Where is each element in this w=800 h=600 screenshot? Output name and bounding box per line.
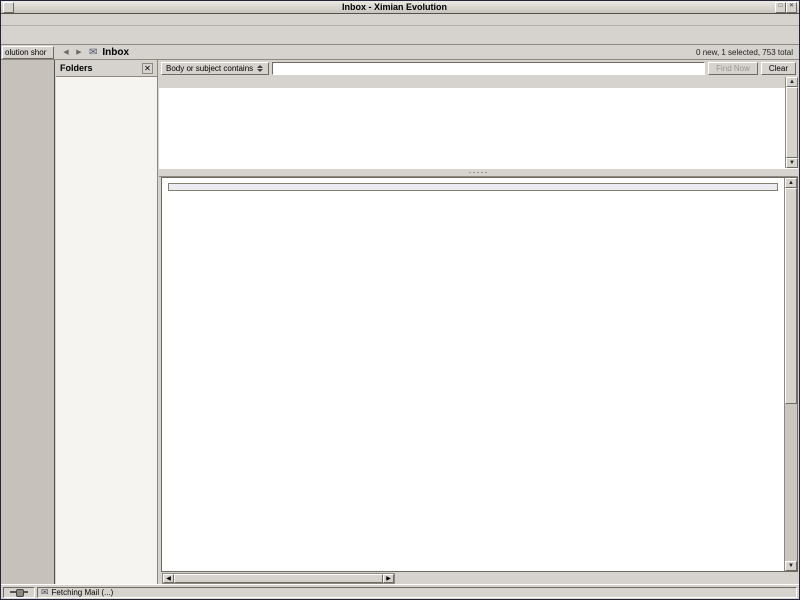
search-criteria-label: Body or subject contains: [166, 64, 253, 73]
window-title: Inbox - Ximian Evolution: [14, 1, 775, 13]
scroll-track: [786, 87, 798, 158]
location-row: olution shor ◀ ▶ ✉ Inbox 0 new, 1 select…: [1, 45, 799, 60]
dropdown-arrows-icon: [257, 62, 264, 75]
folder-pane-header: Folders ✕: [56, 60, 157, 77]
shortcut-bar-tab[interactable]: olution shor: [2, 46, 54, 59]
online-status-button[interactable]: [3, 587, 35, 598]
scroll-down-icon[interactable]: ▼: [786, 158, 798, 168]
message-list-scrollbar[interactable]: ▲ ▼: [785, 77, 798, 168]
forward-button[interactable]: ▶: [74, 47, 84, 58]
titlebar[interactable]: Inbox - Ximian Evolution □ ✕: [1, 1, 799, 14]
scroll-left-icon[interactable]: ◀: [163, 574, 174, 583]
back-button[interactable]: ◀: [61, 47, 71, 58]
close-icon[interactable]: ✕: [142, 63, 153, 74]
message-rows: [159, 88, 785, 168]
scroll-thumb[interactable]: [174, 574, 383, 583]
maximize-button[interactable]: □: [775, 2, 786, 13]
evolution-window: Inbox - Ximian Evolution □ ✕ olution sho…: [0, 0, 800, 600]
scroll-down-icon[interactable]: ▼: [785, 561, 797, 571]
search-bar: Body or subject contains Find Now Clear: [159, 60, 798, 77]
online-plug-icon: [10, 588, 28, 596]
inbox-folder-icon: ✉: [89, 47, 97, 58]
status-message-cell: Fetching Mail (...): [37, 587, 797, 598]
status-bar: Fetching Mail (...): [1, 584, 799, 599]
message-list-header: [159, 77, 785, 88]
folder-pane: Folders ✕: [56, 60, 158, 584]
preview-pane: ▲ ▼: [161, 177, 798, 572]
mail-icon: [41, 587, 49, 598]
message-list: ▲ ▼: [159, 77, 798, 168]
scroll-track: [785, 188, 797, 561]
scroll-thumb[interactable]: [785, 188, 797, 404]
message-headers: [168, 183, 778, 191]
preview-scrollbar[interactable]: ▲ ▼: [784, 178, 797, 571]
search-input[interactable]: [272, 62, 705, 75]
toolbar: [1, 25, 799, 45]
window-menu-icon[interactable]: [3, 2, 14, 13]
folder-pane-title: Folders: [60, 63, 93, 73]
search-criteria-dropdown[interactable]: Body or subject contains: [161, 62, 269, 75]
horizontal-scrollbar[interactable]: ◀ ▶: [162, 573, 395, 584]
scroll-right-icon[interactable]: ▶: [383, 574, 394, 583]
bottom-strip: ◀ ▶: [159, 572, 798, 584]
folder-title-bar: ◀ ▶ ✉ Inbox 0 new, 1 selected, 753 total: [57, 45, 797, 59]
current-folder-title: Inbox: [102, 47, 129, 58]
scroll-up-icon[interactable]: ▲: [785, 178, 797, 188]
pane-splitter[interactable]: ·····: [159, 168, 798, 177]
message-body: [162, 194, 784, 200]
scroll-up-icon[interactable]: ▲: [786, 77, 798, 87]
message-counts: 0 new, 1 selected, 753 total: [696, 48, 793, 57]
clear-button[interactable]: Clear: [761, 62, 796, 75]
find-now-button[interactable]: Find Now: [708, 62, 758, 75]
mail-area: Body or subject contains Find Now Clear …: [159, 60, 798, 584]
preview-content: [162, 178, 784, 571]
scroll-thumb[interactable]: [786, 87, 798, 158]
folder-tree: [56, 77, 157, 584]
shortcut-bar: [1, 60, 55, 584]
close-button[interactable]: ✕: [786, 2, 797, 13]
status-text: Fetching Mail (...): [52, 588, 114, 597]
